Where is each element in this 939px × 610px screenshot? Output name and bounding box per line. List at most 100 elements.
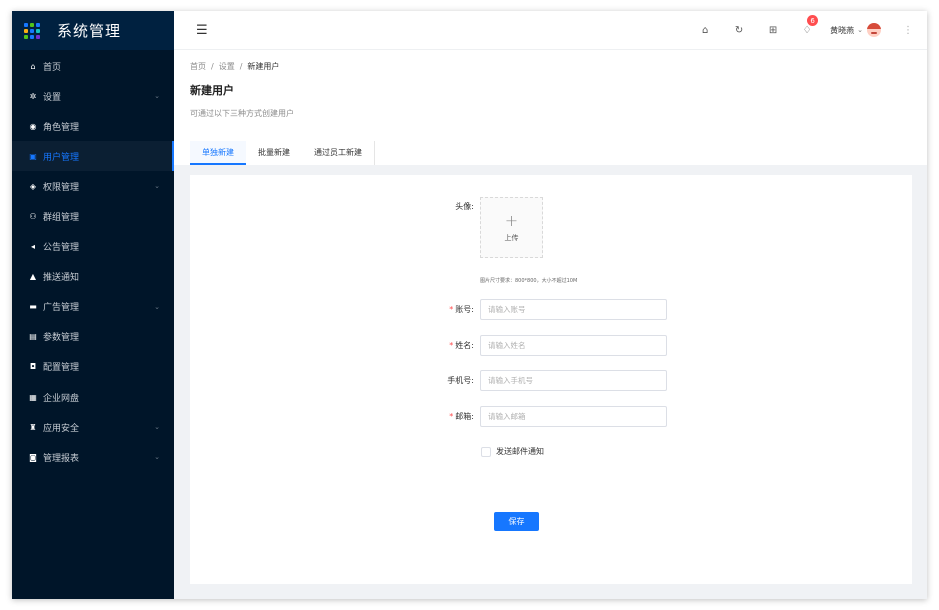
chevron-down-icon[interactable]: ⌄	[154, 182, 160, 190]
sidebar-item[interactable]: ▬ 广告管理 ⌄	[12, 292, 174, 322]
sidebar-item[interactable]: ◙ 管理报表 ⌄	[12, 442, 174, 472]
security-icon: ♜	[29, 422, 37, 432]
topbar: ☰ ⌂ ↻ ⊞ ♢ 6 黄晓燕 ⌄ ⋮	[174, 11, 927, 50]
sidebar-item-label: 用户管理	[43, 152, 80, 163]
app-window: 系统管理 ⌂ 首页 ✲ 设置 ⌄ ◉ 角色管理 ▣ 用户管理 ◈ 权限管理 ⌄ ⚇ 群组管理 ◂ 公告管理 ▲ 推…	[12, 11, 927, 599]
sidebar-item[interactable]: ✲ 设置 ⌄	[12, 81, 174, 111]
avatar-upload[interactable]: + 上传	[480, 197, 543, 258]
upload-label: 上传	[504, 233, 519, 242]
sidebar-item[interactable]: ⚇ 群组管理	[12, 201, 174, 231]
page-title: 新建用户	[190, 84, 234, 97]
email-notify-row: 发送邮件通知	[481, 446, 544, 457]
config-icon: ◘	[29, 362, 37, 372]
main-area: ☰ ⌂ ↻ ⊞ ♢ 6 黄晓燕 ⌄ ⋮ 首页 / 设置 / 新建用户 新建用户 可通过以…	[174, 11, 927, 599]
chevron-down-icon[interactable]: ⌄	[154, 92, 160, 100]
tab-batch-create[interactable]: 批量新建	[246, 141, 302, 165]
content-area: 头像: + 上传 图片尺寸要求：800*800，大小不超过10M *账号: *姓…	[174, 165, 927, 599]
notification-badge: 6	[807, 15, 819, 26]
form-row-account: * 账号:	[430, 299, 667, 320]
sidebar-item[interactable]: ▤ 参数管理	[12, 322, 174, 352]
sidebar: 系统管理 ⌂ 首页 ✲ 设置 ⌄ ◉ 角色管理 ▣ 用户管理 ◈ 权限管理 ⌄ ⚇ 群组管理 ◂ 公告管理 ▲ 推…	[12, 11, 174, 599]
sidebar-menu: ⌂ 首页 ✲ 设置 ⌄ ◉ 角色管理 ▣ 用户管理 ◈ 权限管理 ⌄ ⚇ 群组管理 ◂ 公告管理 ▲ 推送通知 ▬ 广…	[12, 50, 174, 472]
account-label-text: 账号:	[455, 305, 474, 314]
tab-create-from-employee[interactable]: 通过员工新建	[302, 141, 374, 165]
breadcrumb: 首页 / 设置 / 新建用户	[190, 61, 911, 72]
name-label: * 姓名:	[430, 340, 480, 351]
account-input[interactable]	[480, 299, 667, 320]
params-icon: ▤	[29, 332, 37, 342]
sidebar-item[interactable]: ◈ 权限管理 ⌄	[12, 171, 174, 201]
sidebar-item[interactable]: ⌂ 首页	[12, 51, 174, 81]
breadcrumb-separator: /	[239, 62, 243, 71]
more-vertical-icon[interactable]: ⋮	[903, 25, 913, 36]
appstore-icon: ▦	[29, 392, 37, 402]
required-mark: *	[449, 305, 454, 314]
phone-input[interactable]	[480, 370, 667, 391]
email-notify-checkbox[interactable]	[481, 446, 491, 457]
email-label: * 邮箱:	[430, 411, 480, 422]
bell-icon: ▲	[29, 272, 37, 282]
app-title: 系统管理	[57, 22, 122, 40]
user-name[interactable]: 黄晓燕	[830, 25, 854, 36]
home-icon[interactable]: ⌂	[698, 23, 712, 37]
bell-icon[interactable]: ♢ 6	[800, 15, 819, 37]
breadcrumb-home[interactable]: 首页	[190, 62, 206, 71]
picture-icon: ▬	[29, 302, 37, 312]
logo-bar: 系统管理	[12, 11, 174, 50]
required-mark: *	[449, 412, 454, 421]
user-card-icon: ▣	[29, 151, 37, 161]
sidebar-item-label: 首页	[43, 62, 62, 73]
sidebar-item[interactable]: ◘ 配置管理	[12, 352, 174, 382]
chevron-down-icon[interactable]: ⌄	[857, 26, 863, 34]
chevron-down-icon[interactable]: ⌄	[154, 303, 160, 311]
name-input[interactable]	[480, 335, 667, 356]
sidebar-item[interactable]: ◉ 角色管理	[12, 111, 174, 141]
sidebar-item[interactable]: ▲ 推送通知	[12, 262, 174, 292]
sidebar-item[interactable]: ◂ 公告管理	[12, 232, 174, 262]
form-card: 头像: + 上传 图片尺寸要求：800*800，大小不超过10M *账号: *姓…	[190, 175, 912, 584]
plus-icon: +	[504, 210, 519, 230]
sidebar-item-label: 权限管理	[43, 182, 80, 193]
avatar[interactable]	[867, 23, 881, 37]
sidebar-item[interactable]: ▦ 企业网盘	[12, 382, 174, 412]
report-icon: ◙	[29, 452, 37, 462]
sidebar-item-label: 管理报表	[43, 453, 80, 464]
sidebar-item-label: 角色管理	[43, 122, 80, 133]
avatar-row: 头像: + 上传	[430, 197, 543, 258]
app-grid-logo-icon	[24, 22, 40, 39]
apps-icon[interactable]: ⊞	[766, 23, 780, 37]
avatar-label: 头像:	[455, 202, 474, 211]
email-input[interactable]	[480, 406, 667, 427]
sidebar-item-label: 参数管理	[43, 333, 80, 344]
save-button[interactable]: 保存	[494, 512, 539, 531]
sidebar-item-label: 应用安全	[43, 423, 80, 434]
sidebar-item[interactable]: ♜ 应用安全 ⌄	[12, 412, 174, 442]
home-icon: ⌂	[30, 61, 36, 71]
breadcrumb-settings[interactable]: 设置	[219, 62, 235, 71]
sidebar-item-label: 配置管理	[43, 363, 80, 374]
form-row-name: * 姓名:	[430, 335, 667, 356]
chevron-down-icon[interactable]: ⌄	[154, 453, 160, 461]
user-role-icon: ◉	[29, 121, 37, 131]
megaphone-icon: ◂	[30, 242, 35, 252]
group-icon: ⚇	[29, 212, 37, 222]
sidebar-item-label: 群组管理	[43, 213, 80, 224]
tab-divider	[374, 141, 375, 165]
topbar-actions: ⌂ ↻ ⊞ ♢ 6 黄晓燕 ⌄ ⋮	[678, 15, 913, 37]
phone-label: 手机号:	[447, 376, 474, 385]
sidebar-item-label: 推送通知	[43, 273, 80, 284]
email-label-text: 邮箱:	[455, 412, 474, 421]
refresh-icon[interactable]: ↻	[732, 23, 746, 37]
required-mark: *	[449, 341, 454, 350]
form-row-email: * 邮箱:	[430, 406, 667, 427]
email-notify-label[interactable]: 发送邮件通知	[496, 446, 544, 457]
sidebar-item-label: 设置	[43, 92, 62, 103]
menu-toggle-icon[interactable]: ☰	[196, 23, 208, 38]
sidebar-item[interactable]: ▣ 用户管理	[12, 141, 174, 172]
tab-single-create[interactable]: 单独新建	[190, 141, 246, 165]
chevron-down-icon[interactable]: ⌄	[154, 423, 160, 431]
page-header: 首页 / 设置 / 新建用户 新建用户 可通过以下三种方式创建用户 单独新建 批量新建 …	[174, 50, 927, 165]
sidebar-item-label: 企业网盘	[43, 393, 80, 404]
upload-hint: 图片尺寸要求：800*800，大小不超过10M	[480, 278, 578, 284]
sidebar-item-label: 公告管理	[43, 243, 80, 254]
